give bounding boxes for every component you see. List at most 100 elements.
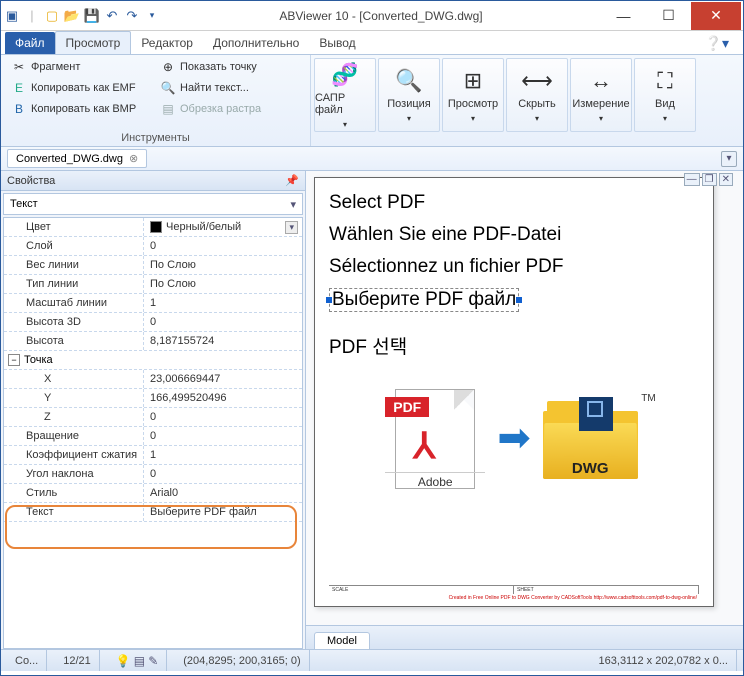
btn-measure[interactable]: ↔Измерение▾: [570, 58, 632, 132]
model-tab[interactable]: Model: [314, 632, 370, 649]
prop-height3d-value[interactable]: 0: [144, 313, 302, 331]
find-text-label: Найти текст...: [180, 82, 249, 94]
prop-color-value[interactable]: Черный/белый ▾: [144, 218, 302, 236]
prop-linetype-label: Тип линии: [4, 275, 144, 293]
collapse-icon[interactable]: −: [8, 354, 20, 366]
frame-credits: Created in Free Online PDF to DWG Conver…: [329, 594, 699, 602]
btn-cad-file[interactable]: 🧬САПР файл▾: [314, 58, 376, 132]
tab-file[interactable]: Файл: [5, 32, 55, 54]
qat-new-icon[interactable]: ▢: [43, 7, 61, 25]
chevron-down-icon: ▾: [663, 114, 667, 123]
prop-lineweight-label: Вес линии: [4, 256, 144, 274]
canvas-close-icon[interactable]: ✕: [719, 173, 733, 186]
help-icon[interactable]: ❔▾: [699, 33, 735, 54]
btn-find-text[interactable]: 🔍 Найти текст...: [156, 78, 304, 98]
canvas-window-controls: — ❐ ✕: [684, 173, 733, 186]
prop-rotation-value[interactable]: 0: [144, 427, 302, 445]
adobe-logo-icon: ⅄: [413, 425, 435, 467]
qat-undo-icon[interactable]: ↶: [103, 7, 121, 25]
document-tab[interactable]: Converted_DWG.dwg ⊗: [7, 149, 147, 168]
fragment-icon: ✂: [11, 59, 27, 75]
minimize-button[interactable]: —: [601, 2, 646, 30]
status-icons: 💡 ▤ ✎: [108, 650, 167, 671]
prop-color-label: Цвет: [4, 218, 144, 236]
qat-open-icon[interactable]: 📂: [63, 7, 81, 25]
btn-copy-bmp[interactable]: B Копировать как BMP: [7, 99, 155, 119]
prop-oblique-value[interactable]: 0: [144, 465, 302, 483]
prop-height-value[interactable]: 8,187155724: [144, 332, 302, 350]
canvas-text-selected[interactable]: Выберите PDF файл: [329, 288, 519, 312]
btn-view[interactable]: ⊞Просмотр▾: [442, 58, 504, 132]
prop-y-value[interactable]: 166,499520496: [144, 389, 302, 407]
hide-label: Скрыть: [518, 98, 556, 110]
pdf-bar-label: PDF: [385, 397, 429, 417]
layers-icon[interactable]: ▤: [134, 654, 145, 668]
maximize-button[interactable]: ☐: [646, 2, 691, 30]
chevron-down-icon: ▾: [471, 114, 475, 123]
close-button[interactable]: ✕: [691, 2, 741, 30]
btn-hide[interactable]: ⟷ Скрыть ▾: [506, 58, 568, 132]
qat-redo-icon[interactable]: ↷: [123, 7, 141, 25]
prop-height-label: Высота: [4, 332, 144, 350]
tab-extra[interactable]: Дополнительно: [203, 32, 309, 54]
tab-output[interactable]: Вывод: [309, 32, 365, 54]
chevron-down-icon: ▾: [407, 114, 411, 123]
bmp-icon: B: [11, 101, 27, 117]
prop-group-point[interactable]: −Точка: [4, 351, 302, 370]
prop-layer-value[interactable]: 0: [144, 237, 302, 255]
measure-icon: ↔: [590, 68, 612, 94]
dwg-label: DWG: [543, 460, 638, 477]
emf-icon: E: [11, 80, 27, 96]
prop-widthfactor-value[interactable]: 1: [144, 446, 302, 464]
find-icon: 🔍: [160, 80, 176, 96]
prop-style-value[interactable]: Arial0: [144, 484, 302, 502]
magnify-icon: 🔍: [395, 68, 422, 94]
prop-z-label: Z: [4, 408, 144, 426]
group-point-label: Точка: [24, 354, 53, 366]
canvas-text-2: Wählen Sie eine PDF-Datei: [329, 224, 699, 246]
drawing-canvas[interactable]: Select PDF Wählen Sie eine PDF-Datei Sél…: [314, 177, 714, 607]
canvas-min-icon[interactable]: —: [684, 173, 700, 186]
ruler-icon: ⟷: [521, 68, 553, 94]
dna-icon: 🧬: [331, 62, 358, 88]
bulb-icon[interactable]: 💡: [116, 654, 131, 668]
btn-vid[interactable]: ⛶Вид▾: [634, 58, 696, 132]
prop-linetype-value[interactable]: По Слою: [144, 275, 302, 293]
qat-cube-icon[interactable]: ▣: [3, 7, 21, 25]
prop-linescale-value[interactable]: 1: [144, 294, 302, 312]
prop-text-value[interactable]: Выберите PDF файл: [144, 503, 302, 521]
prop-z-value[interactable]: 0: [144, 408, 302, 426]
object-type-dropdown[interactable]: Текст ▾: [3, 193, 303, 215]
tab-editor[interactable]: Редактор: [131, 32, 203, 54]
btn-fragment[interactable]: ✂Фрагмент: [7, 57, 155, 77]
frame-scale: SCALE: [329, 586, 514, 594]
prop-lineweight-value[interactable]: По Слою: [144, 256, 302, 274]
tabbar-menu-button[interactable]: ▾: [721, 151, 737, 167]
clip-raster-label: Обрезка растра: [180, 103, 261, 115]
canvas-restore-icon[interactable]: ❐: [702, 173, 717, 186]
dropdown-value: Текст: [10, 198, 38, 210]
arrow-icon: ➡: [497, 415, 531, 461]
prop-height3d-label: Высота 3D: [4, 313, 144, 331]
btn-copy-emf[interactable]: EКопировать как EMF: [7, 78, 155, 98]
pencil-icon[interactable]: ✎: [148, 654, 158, 668]
pdf-icon: PDF ⅄ Adobe: [385, 383, 485, 493]
prop-color-text: Черный/белый: [166, 221, 241, 233]
btn-show-point[interactable]: ⊕Показать точку: [156, 57, 304, 77]
chevron-down-icon[interactable]: ▾: [285, 221, 298, 234]
chevron-down-icon: ▾: [535, 114, 539, 123]
pin-icon[interactable]: 📌: [285, 174, 299, 187]
tm-label: TM: [641, 393, 655, 404]
prop-text-label: Текст: [4, 503, 144, 521]
prop-layer-label: Слой: [4, 237, 144, 255]
doc-tab-close-icon[interactable]: ⊗: [129, 152, 138, 165]
copy-bmp-label: Копировать как BMP: [31, 103, 136, 115]
property-grid: ЦветЧерный/белый▾ Слой0 Вес линииПо Слою…: [3, 217, 303, 649]
qat-dropdown-icon[interactable]: ▾: [143, 7, 161, 25]
qat-save-icon[interactable]: 💾: [83, 7, 101, 25]
adobe-label: Adobe: [385, 472, 485, 489]
window-title: ABViewer 10 - [Converted_DWG.dwg]: [161, 9, 601, 23]
btn-position[interactable]: 🔍Позиция▾: [378, 58, 440, 132]
tab-view[interactable]: Просмотр: [55, 31, 132, 54]
prop-x-value[interactable]: 23,006669447: [144, 370, 302, 388]
